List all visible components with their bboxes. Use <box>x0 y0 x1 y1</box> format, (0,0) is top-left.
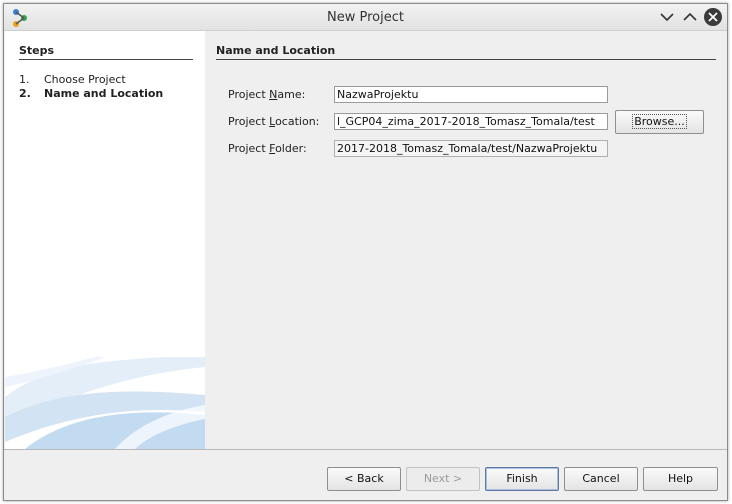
step-choose-project: 1. Choose Project <box>19 73 126 86</box>
help-button[interactable]: Help <box>643 467 718 491</box>
step-name-and-location: 2. Name and Location <box>19 87 163 100</box>
decorative-swoosh-graphic <box>5 357 205 449</box>
title-bar[interactable]: New Project <box>4 4 727 31</box>
steps-pane: Steps 1. Choose Project 2. Name and Locati… <box>5 31 205 449</box>
step-number: 1. <box>19 73 30 86</box>
project-location-input[interactable] <box>334 113 608 130</box>
button-bar-separator <box>4 449 727 450</box>
window-title: New Project <box>327 10 404 25</box>
new-project-dialog: New Project Steps 1. Choose Project 2. Nam… <box>3 3 728 501</box>
name-and-location-panel: Name and Location Project Name: Project … <box>205 31 726 449</box>
project-folder-label: Project Folder: <box>228 142 307 155</box>
project-name-input[interactable] <box>334 86 608 103</box>
chevron-down-icon[interactable] <box>657 7 677 27</box>
panel-title: Name and Location <box>216 44 716 60</box>
project-location-label: Project Location: <box>228 115 320 128</box>
browse-button-label: Browse... <box>632 114 687 129</box>
next-button[interactable]: Next > <box>406 467 480 491</box>
step-label: Choose Project <box>44 73 126 86</box>
browse-button[interactable]: Browse... <box>615 110 704 134</box>
steps-heading: Steps <box>19 44 193 60</box>
chevron-up-icon[interactable] <box>680 7 700 27</box>
close-icon[interactable] <box>703 7 723 27</box>
cancel-button[interactable]: Cancel <box>564 467 638 491</box>
project-name-label: Project Name: <box>228 88 306 101</box>
finish-button[interactable]: Finish <box>485 467 559 491</box>
project-folder-field <box>334 140 608 157</box>
step-number: 2. <box>19 87 31 100</box>
step-label: Name and Location <box>44 87 164 100</box>
back-button[interactable]: < Back <box>327 467 401 491</box>
